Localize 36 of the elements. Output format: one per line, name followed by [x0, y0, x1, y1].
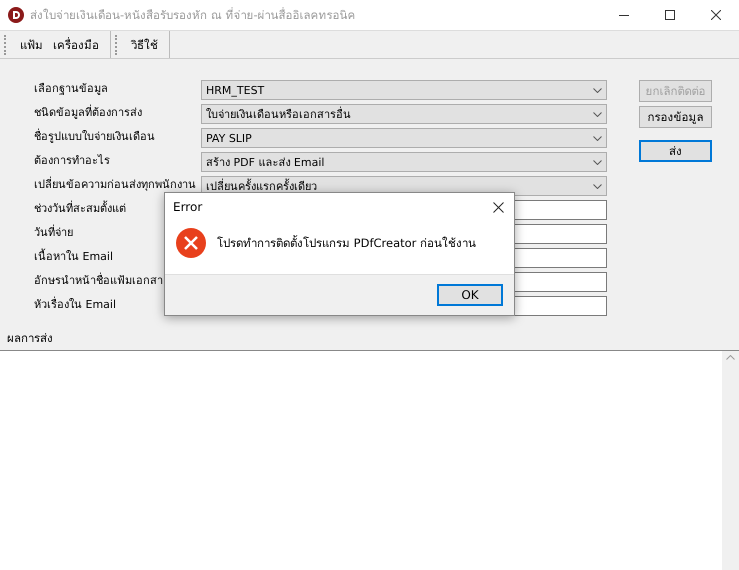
chevron-down-icon [593, 136, 602, 140]
window-title: ส่งใบจ่ายเงินเดือน-หนังสือรับรองหัก ณ ที่จ่าย-ผ่านสื่ออิเลคทรอนิค [30, 6, 357, 24]
menu-item[interactable]: เครื่องมือ [48, 36, 104, 54]
dialog-title: Error [173, 200, 202, 214]
field-label: ชนิดข้อมูลที่ต้องการส่ง [34, 104, 142, 121]
chevron-down-icon [593, 88, 602, 92]
field-label: ชื่อรูปแบบใบจ่ายเงินเดือน [34, 128, 155, 145]
app-logo-icon [8, 7, 24, 23]
field-label: วันที่จ่าย [34, 224, 73, 241]
field-label: ต้องการทำอะไร [34, 153, 110, 169]
chevron-down-icon [593, 184, 602, 188]
chevron-down-icon [593, 160, 602, 164]
close-icon[interactable] [711, 10, 721, 20]
menu-item[interactable]: แฟ้ม [15, 36, 48, 54]
field-label: หัวเรื่องใน Email [34, 296, 116, 313]
error-icon [175, 226, 207, 258]
result-label: ผลการส่ง [7, 330, 54, 347]
maximize-icon[interactable] [665, 10, 675, 20]
dropdown[interactable]: PAY SLIP [201, 128, 607, 148]
field-label: เนื้อหาใน Email [34, 248, 114, 265]
close-icon[interactable] [493, 202, 504, 212]
error-message: โปรดทำการติดตั้งโปรแกรม PDfCreator ก่อนใช้งาน [217, 234, 476, 252]
field-label: ช่วงวันที่สะสมตั้งแต่ [34, 200, 126, 217]
dropdown[interactable]: HRM_TEST [201, 80, 607, 100]
menu-item[interactable]: วิธีใช้ [126, 36, 163, 54]
dropdown[interactable]: สร้าง PDF และส่ง Email [201, 152, 607, 172]
field-label: เลือกฐานข้อมูล [34, 81, 108, 97]
dropdown[interactable]: ใบจ่ายเงินเดือนหรือเอกสารอื่น [201, 104, 607, 124]
action-button[interactable]: ส่ง [639, 140, 712, 162]
field-label: อักษรนำหน้าชื่อแฟ้มเอกสา [34, 272, 163, 289]
ok-button[interactable]: OK [437, 284, 503, 306]
chevron-down-icon [593, 112, 602, 116]
field-label: เปลี่ยนข้อความก่อนส่งทุกพนักงาน [34, 176, 196, 193]
action-button[interactable]: กรองข้อมูล [639, 106, 712, 128]
scrollbar[interactable] [722, 351, 739, 570]
minimize-icon[interactable] [619, 14, 629, 16]
